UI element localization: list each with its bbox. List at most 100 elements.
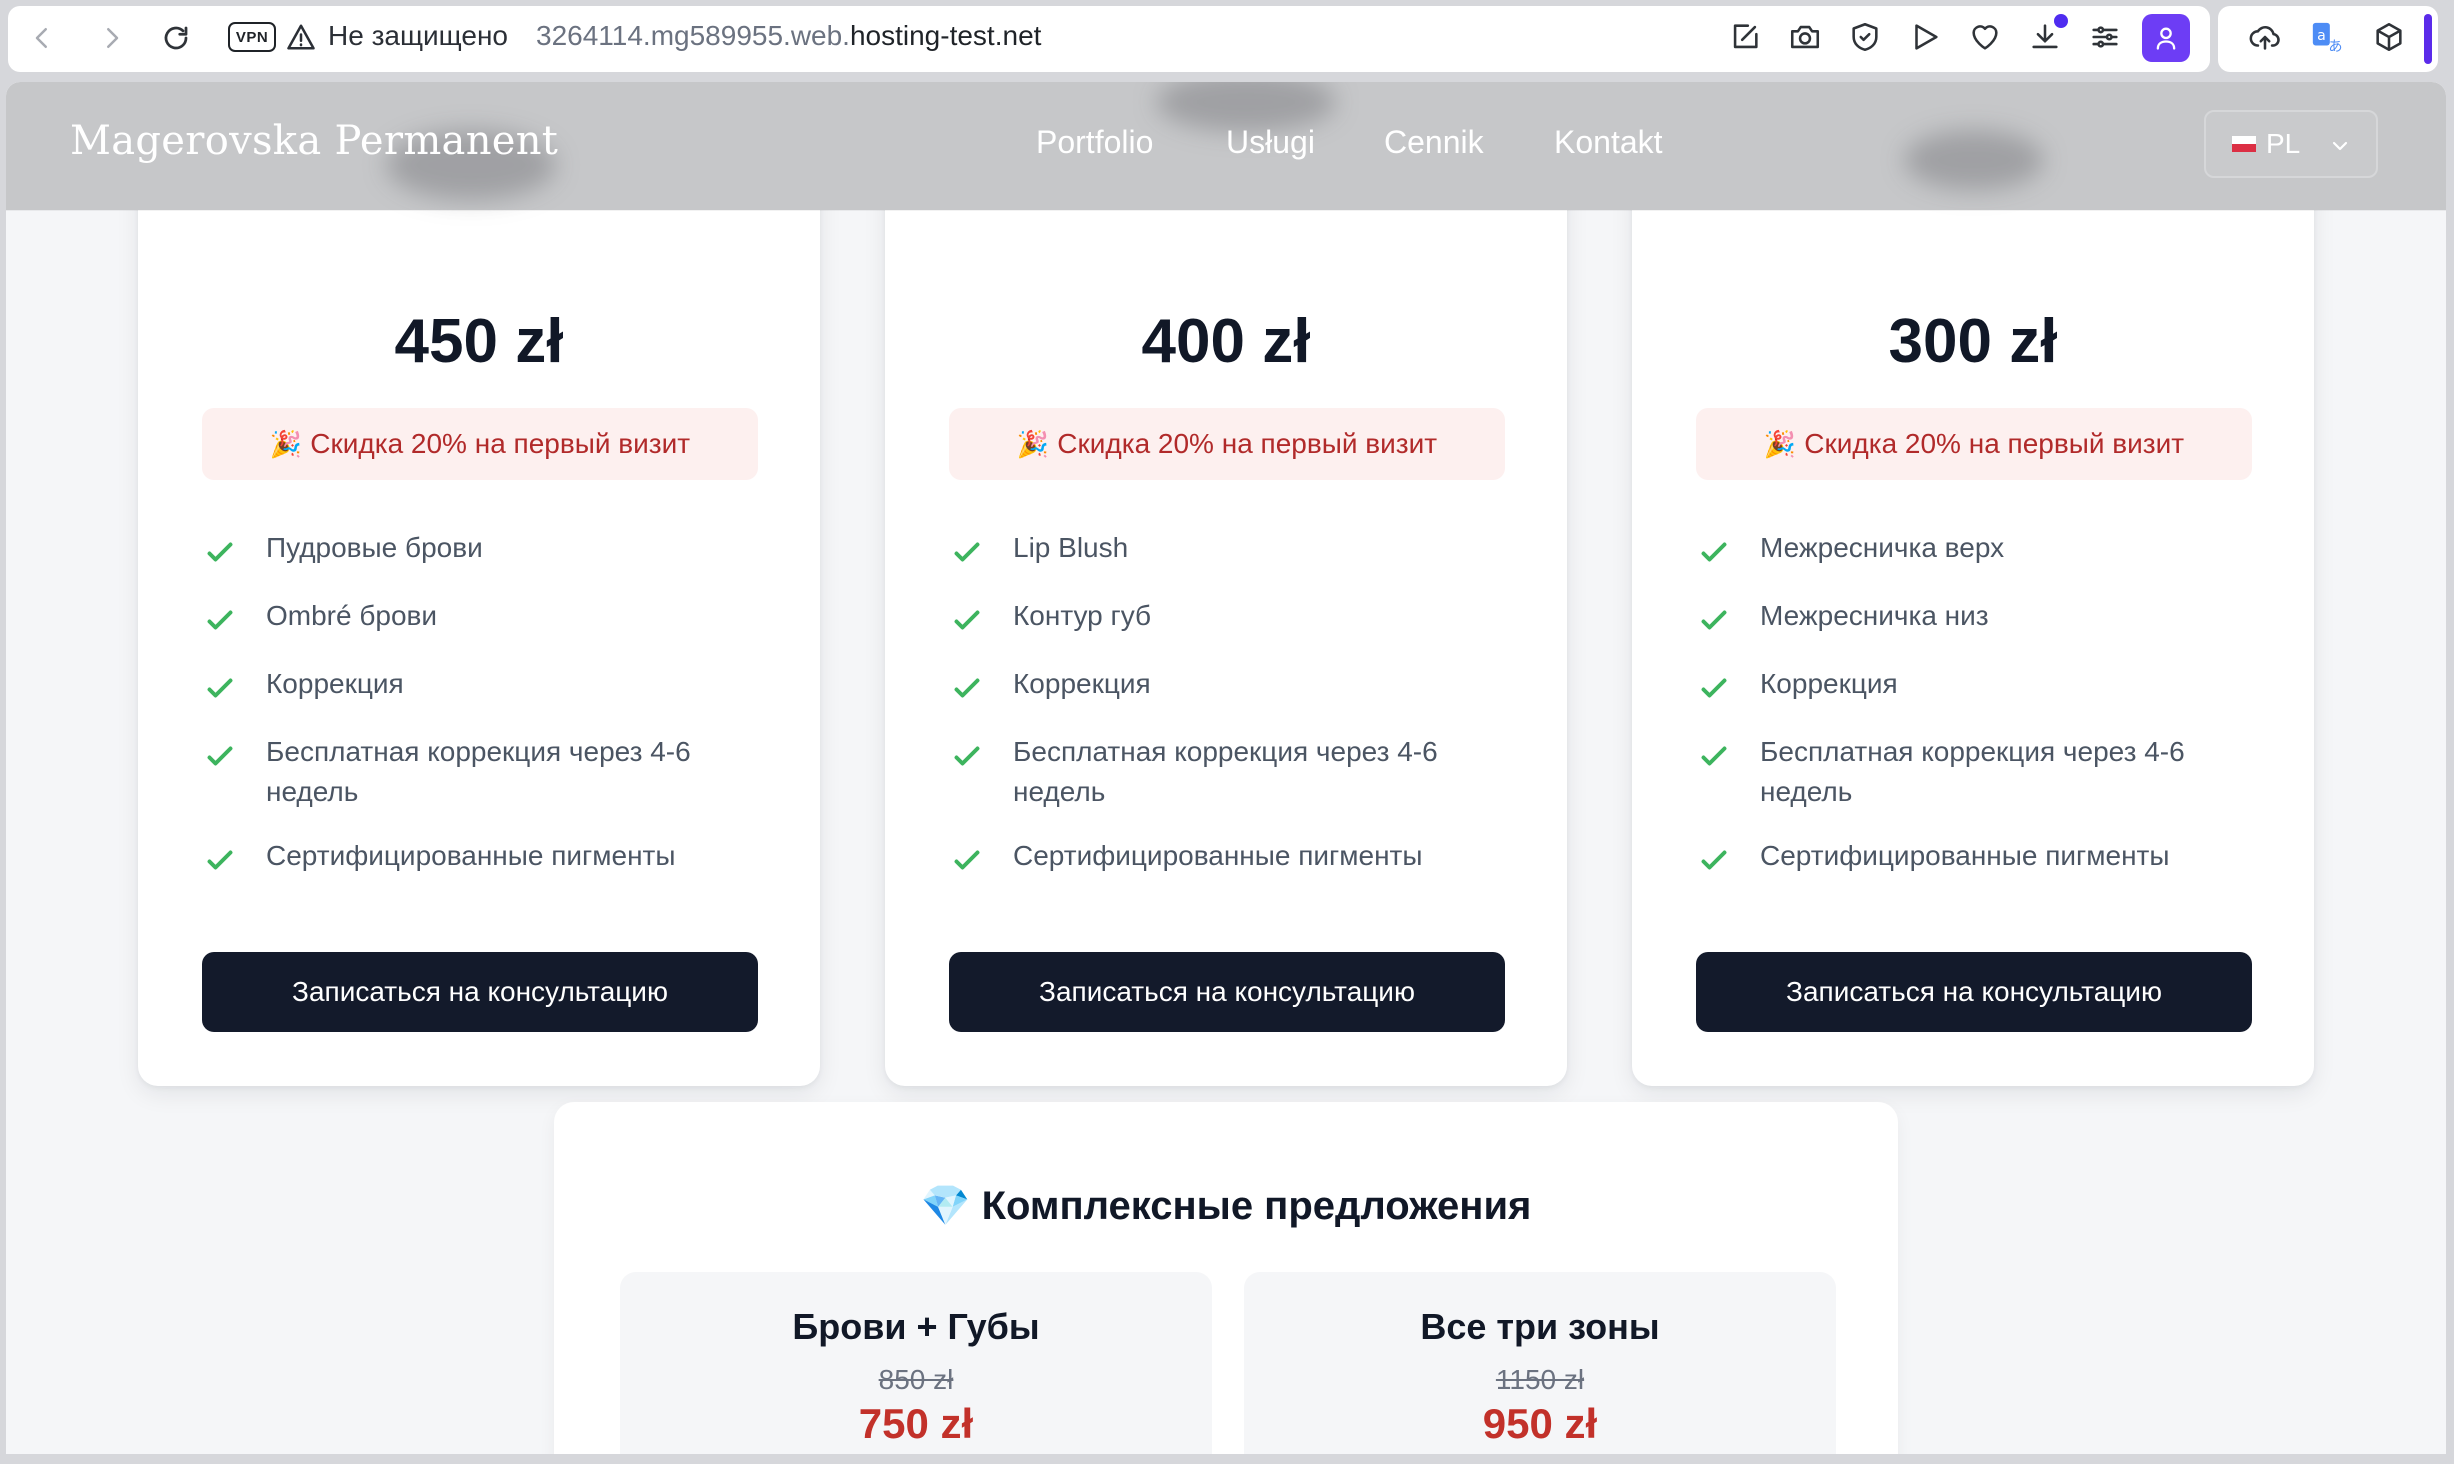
profile-button[interactable] [2142,14,2190,62]
section-title-text: Комплексные предложения [981,1184,1532,1228]
feature-list: Lip Blush Контур губ Коррекция Бесплатна… [949,528,1505,876]
feature-item: Сертифицированные пигменты [1696,836,2252,876]
party-icon: 🎉 [1016,428,1050,459]
cloud-upload-icon[interactable] [2248,20,2282,54]
feature-label: Ombré брови [266,600,438,631]
chevron-left-icon [35,28,47,48]
feature-item: Сертифицированные пигменты [202,836,758,876]
play-icon[interactable] [1908,20,1942,54]
url-text[interactable]: 3264114.mg589955.web.hosting-test.net [536,20,1041,52]
feature-label: Межресничка низ [1760,600,1989,631]
poland-flag-icon [2232,136,2256,152]
bundle-name: Брови + Губы [792,1306,1040,1347]
feature-label: Бесплатная коррекция через 4-6 недель [266,736,691,807]
feature-item: Бесплатная коррекция через 4-6 недель [1696,732,2252,812]
shield-icon[interactable] [1848,20,1882,54]
check-icon [1701,542,1727,562]
feature-label: Lip Blush [1013,532,1129,563]
reload-icon [164,26,188,50]
bundle-new-price: 750 zł [858,1400,974,1447]
feature-item: Коррекция [202,664,758,704]
language-label: PL [2266,128,2301,159]
bundle-old-price: 850 zł [878,1364,954,1395]
check-icon [1701,678,1727,698]
bundle-old-price: 1150 zł [1495,1364,1585,1395]
heart-icon[interactable] [1968,20,2002,54]
feature-list: Пудровые брови Ombré брови Коррекция Бес… [202,528,758,876]
feature-item: Бесплатная коррекция через 4-6 недель [202,732,758,812]
bundle-card[interactable]: Брови + Губы 850 zł 750 zł [620,1272,1212,1454]
bundle-offers-section: 💎 Комплексные предложения Брови + Губы 8… [554,1102,1898,1454]
feature-label: Коррекция [1760,668,1898,699]
vpn-badge[interactable]: VPN [228,22,276,52]
nav-kontakt[interactable]: Kontakt [1554,124,1663,161]
book-consultation-button[interactable]: Записаться на консультацию [202,952,758,1032]
gem-icon: 💎 [920,1184,971,1228]
cube-icon[interactable] [2372,20,2406,54]
browser-toolbar: VPN Не защищено 3264114.mg589955.web.hos… [0,0,2454,78]
check-icon [954,542,980,562]
book-consultation-button[interactable]: Записаться на консультацию [949,952,1505,1032]
translate-icon[interactable]: aあ [2310,20,2344,55]
site-logo[interactable]: Magerovska Permanent [70,118,558,164]
feature-label: Контур губ [1013,600,1152,631]
reload-button[interactable] [156,18,196,58]
feature-label: Коррекция [1013,668,1151,699]
party-icon: 🎉 [1763,428,1797,459]
bundle-card[interactable]: Все три зоны 1150 zł 950 zł [1244,1272,1836,1454]
forward-button[interactable] [92,18,132,58]
feature-label: Межресничка верх [1760,532,2005,563]
promo-badge: 🎉 Скидка 20% на первый визит [202,408,758,480]
menu-sliders-icon[interactable] [2088,20,2122,54]
chevron-down-icon [2332,141,2348,151]
section-title: 💎 Комплексные предложения [554,1182,1898,1229]
sidebar-accent [2424,14,2432,64]
promo-badge: 🎉 Скидка 20% на первый визит [1696,408,2252,480]
feature-label: Бесплатная коррекция через 4-6 недель [1013,736,1438,807]
feature-list: Межресничка верх Межресничка низ Коррекц… [1696,528,2252,876]
price: 400 zł [1141,307,1311,376]
feature-label: Бесплатная коррекция через 4-6 недель [1760,736,2185,807]
camera-icon[interactable] [1788,20,1822,54]
feature-item: Бесплатная коррекция через 4-6 недель [949,732,1505,812]
check-icon [207,610,233,630]
svg-text:a: a [2317,28,2326,44]
edit-icon[interactable] [1728,20,1762,54]
check-icon [954,610,980,630]
nav-uslugi[interactable]: Usługi [1226,124,1315,161]
warning-icon [287,24,315,50]
promo-badge: 🎉 Скидка 20% на первый визит [949,408,1505,480]
feature-label: Сертифицированные пигменты [1760,840,2170,871]
check-icon [1701,850,1727,870]
back-button[interactable] [22,18,62,58]
bundle-new-price: 950 zł [1482,1400,1598,1447]
feature-label: Сертифицированные пигменты [1013,840,1423,871]
check-icon [954,746,980,766]
page-viewport: 450 zł 🎉 Скидка 20% на первый визит Пудро… [6,82,2446,1454]
book-consultation-button[interactable]: Записаться на консультацию [1696,952,2252,1032]
feature-item: Пудровые брови [202,528,758,568]
nav-cennik[interactable]: Cennik [1384,124,1484,161]
feature-label: Сертифицированные пигменты [266,840,676,871]
feature-item: Межресничка низ [1696,596,2252,636]
check-icon [954,678,980,698]
check-icon [954,850,980,870]
profile-icon [2156,27,2176,50]
check-icon [1701,746,1727,766]
promo-text: Скидка 20% на первый визит [1057,428,1438,459]
check-icon [207,746,233,766]
feature-item: Контур губ [949,596,1505,636]
download-badge [2054,14,2068,28]
bundle-name: Все три зоны [1420,1306,1660,1347]
price: 300 zł [1888,307,2058,376]
feature-item: Lip Blush [949,528,1505,568]
party-icon: 🎉 [269,428,303,459]
feature-item: Коррекция [1696,664,2252,704]
language-select[interactable]: PL [2204,110,2378,178]
nav-portfolio[interactable]: Portfolio [1036,124,1153,161]
security-status[interactable]: Не защищено [328,20,508,52]
feature-label: Пудровые брови [266,532,483,563]
pricing-card: 400 zł 🎉 Скидка 20% на первый визит Lip B… [885,172,1567,1086]
promo-text: Скидка 20% на первый визит [310,428,691,459]
feature-label: Коррекция [266,668,404,699]
